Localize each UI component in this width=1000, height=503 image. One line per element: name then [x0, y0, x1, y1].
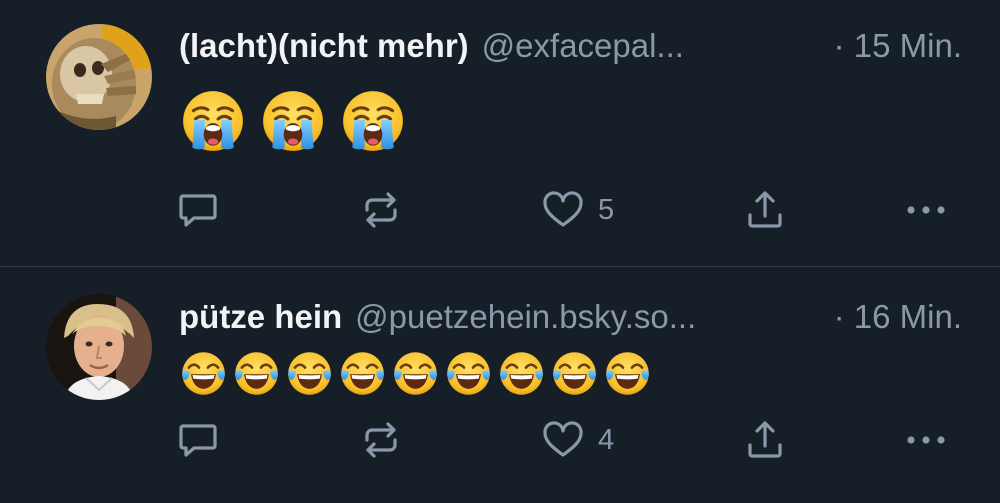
tears-of-joy-face-icon: [445, 350, 492, 397]
post-timestamp[interactable]: · 16 Min.: [834, 293, 962, 341]
repost-button[interactable]: [361, 187, 401, 233]
user-handle[interactable]: @exfacepal...: [482, 22, 826, 70]
post-feed: (lacht)(nicht mehr) @exfacepal... · 15 M…: [0, 0, 1000, 503]
speech-bubble-icon: [179, 424, 217, 457]
post-header: pütze hein @puetzehein.bsky.so... · 16 M…: [179, 293, 962, 341]
like-count: 4: [598, 423, 615, 456]
like-button[interactable]: 5: [542, 187, 614, 233]
post-timestamp[interactable]: · 15 Min.: [834, 22, 962, 70]
repost-arrows-icon: [365, 422, 397, 458]
display-name[interactable]: (lacht)(nicht mehr): [179, 22, 469, 70]
more-options-button[interactable]: [904, 417, 948, 463]
post-header: (lacht)(nicht mehr) @exfacepal... · 15 M…: [179, 22, 962, 70]
tears-of-joy-face-icon: [392, 350, 439, 397]
post-actions: 4: [0, 417, 1000, 463]
share-button[interactable]: [745, 417, 785, 463]
loudly-crying-face-icon: [260, 88, 326, 154]
heart-icon: [543, 421, 583, 457]
more-options-button[interactable]: [904, 187, 948, 233]
like-count: 5: [598, 193, 615, 226]
user-handle[interactable]: @puetzehein.bsky.so...: [355, 293, 825, 341]
post-item[interactable]: pütze hein @puetzehein.bsky.so... · 16 M…: [0, 267, 1000, 503]
share-upload-icon: [748, 191, 782, 228]
post-actions: 5: [0, 187, 1000, 233]
display-name[interactable]: pütze hein: [179, 293, 342, 341]
speech-bubble-icon: [179, 194, 217, 227]
heart-icon: [543, 191, 583, 227]
post-text: [180, 88, 406, 154]
tears-of-joy-face-icon: [498, 350, 545, 397]
portrait-photo-avatar[interactable]: [46, 294, 152, 400]
post-text: [180, 350, 651, 397]
tears-of-joy-face-icon: [233, 350, 280, 397]
loudly-crying-face-icon: [340, 88, 406, 154]
repost-arrows-icon: [365, 192, 397, 228]
tears-of-joy-face-icon: [286, 350, 333, 397]
like-button[interactable]: 4: [542, 417, 614, 463]
facepalm-skeleton-avatar[interactable]: [46, 24, 152, 130]
tears-of-joy-face-icon: [180, 350, 227, 397]
more-dots-icon: [907, 436, 945, 444]
share-button[interactable]: [745, 187, 785, 233]
repost-button[interactable]: [361, 417, 401, 463]
loudly-crying-face-icon: [180, 88, 246, 154]
share-upload-icon: [748, 421, 782, 458]
tears-of-joy-face-icon: [604, 350, 651, 397]
post-item[interactable]: (lacht)(nicht mehr) @exfacepal... · 15 M…: [0, 0, 1000, 266]
more-dots-icon: [907, 206, 945, 214]
reply-button[interactable]: [177, 417, 219, 463]
tears-of-joy-face-icon: [551, 350, 598, 397]
tears-of-joy-face-icon: [339, 350, 386, 397]
reply-button[interactable]: [177, 187, 219, 233]
